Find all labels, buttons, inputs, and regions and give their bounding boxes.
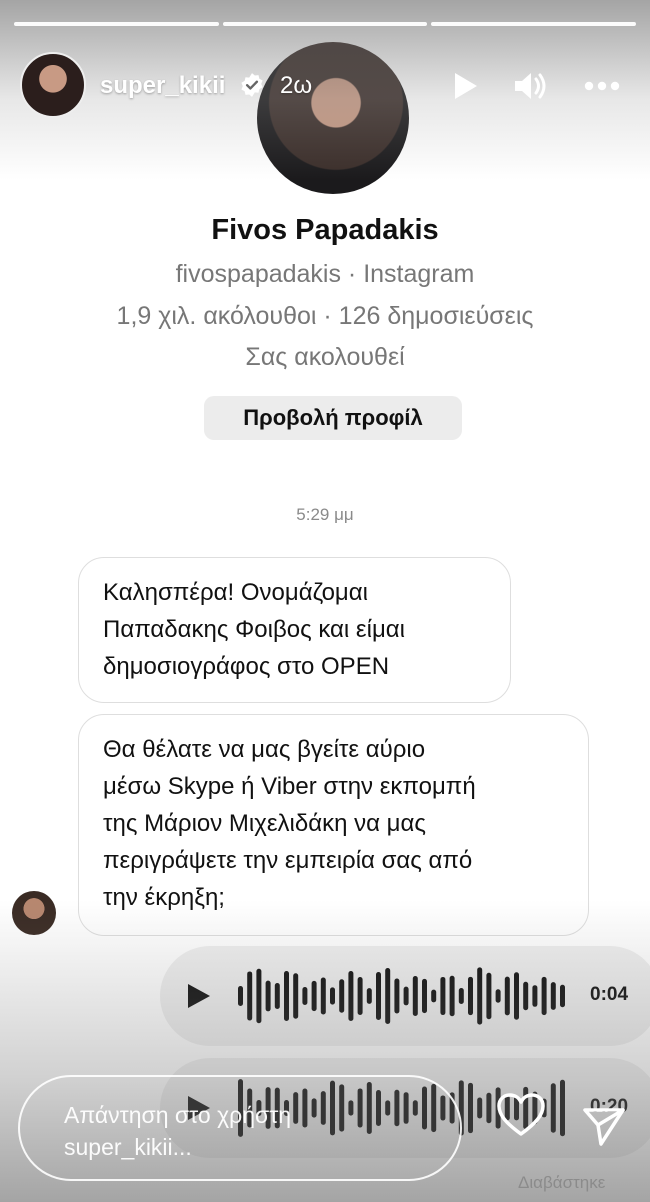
message-timestamp: 5:29 μμ: [296, 505, 354, 524]
waveform-bar: [247, 971, 253, 1021]
waveform-bar: [265, 980, 271, 1012]
waveform-bar: [514, 972, 519, 1020]
story-progress-bar: [14, 22, 637, 26]
waveform-bar: [532, 985, 538, 1007]
waveform-bar: [238, 986, 243, 1006]
waveform-bar: [541, 976, 547, 1016]
message-line: την έκρηξη;: [103, 884, 225, 911]
waveform-bar: [550, 1083, 556, 1133]
profile-handle: fivospapadakis · Instagram: [175, 260, 475, 288]
play-icon[interactable]: [186, 982, 212, 1010]
waveform-bar: [376, 972, 381, 1020]
post-time: 2ω: [280, 72, 313, 99]
waveform-bar: [394, 978, 400, 1014]
message-line: Καλησπέρα! Ονομάζομαι: [103, 579, 368, 606]
waveform-bar: [311, 980, 317, 1012]
message-line: της Μάριον Μιχελιδάκη να μας: [103, 810, 426, 837]
waveform-bar: [357, 977, 363, 1015]
reply-placeholder: Απάντηση στο χρήστη super_kikii...: [64, 1099, 444, 1163]
waveform-bar: [477, 1097, 483, 1119]
reply-input[interactable]: Απάντηση στο χρήστη super_kikii...: [18, 1075, 462, 1181]
message-line: περιγράψετε την εμπειρία σας από: [103, 847, 473, 874]
reply-placeholder-line: Απάντηση στο χρήστη: [64, 1102, 292, 1128]
verified-badge-icon: [241, 73, 263, 97]
waveform-bar: [330, 987, 335, 1005]
view-profile-button[interactable]: Προβολή προφίλ: [204, 396, 462, 440]
waveform-bar: [495, 989, 501, 1003]
waveform-bar: [403, 986, 409, 1006]
waveform-bar: [348, 971, 354, 1021]
heart-icon[interactable]: [496, 1092, 546, 1138]
waveform-bar: [293, 973, 299, 1019]
reply-placeholder-line: super_kikii...: [64, 1134, 192, 1160]
voice-message[interactable]: 0:04: [160, 946, 650, 1046]
waveform-bar: [440, 976, 446, 1016]
message-line: Θα θέλατε να μας βγείτε αύριο: [103, 736, 426, 763]
message-bubble[interactable]: Θα θέλατε να μας βγείτε αύριο μέσω Skype…: [78, 714, 589, 936]
waveform-bar: [523, 981, 529, 1011]
waveform-bar: [468, 1082, 473, 1134]
poster-username[interactable]: super_kikii: [100, 72, 225, 100]
waveform-bar: [284, 971, 289, 1021]
waveform-bar: [468, 976, 473, 1016]
waveform-bar: [302, 987, 308, 1005]
poster-avatar[interactable]: [20, 52, 86, 118]
waveform-bar: [486, 1092, 492, 1124]
message-bubble[interactable]: Καλησπέρα! Ονομάζομαι Παπαδακης Φοιβος κ…: [78, 557, 511, 703]
waveform-bar: [412, 975, 418, 1017]
progress-segment: [222, 22, 428, 26]
more-options-icon[interactable]: [582, 66, 622, 106]
audio-waveform: [238, 967, 565, 1025]
waveform-bar: [477, 967, 483, 1025]
message-line: δημοσιογράφος στο OPEN: [103, 653, 390, 680]
waveform-bar: [274, 983, 280, 1009]
waveform-bar: [256, 968, 262, 1024]
waveform-bar: [449, 975, 455, 1017]
waveform-bar: [504, 976, 510, 1016]
waveform-bar: [486, 972, 492, 1020]
waveform-bar: [550, 982, 556, 1010]
progress-segment: [431, 22, 637, 26]
progress-segment: [14, 22, 219, 26]
follow-status: Σας ακολουθεί: [245, 343, 405, 371]
play-icon[interactable]: [444, 66, 484, 106]
message-line: μέσω Skype ή Viber στην εκπομπή: [103, 773, 476, 800]
volume-icon[interactable]: [510, 66, 550, 106]
profile-name: Fivos Papadakis: [211, 214, 439, 246]
waveform-bar: [422, 978, 427, 1014]
story-header: super_kikii 2ω: [0, 52, 650, 122]
waveform-bar: [431, 989, 437, 1003]
audio-duration: 0:04: [590, 984, 629, 1005]
send-icon[interactable]: [582, 1103, 626, 1147]
message-line: Παπαδακης Φοιβος και είμαι: [103, 616, 405, 643]
waveform-bar: [458, 988, 464, 1004]
sender-avatar[interactable]: [12, 891, 56, 935]
waveform-bar: [366, 988, 372, 1004]
waveform-bar: [385, 967, 391, 1025]
waveform-bar: [560, 1079, 565, 1137]
waveform-bar: [320, 977, 326, 1015]
waveform-bar: [560, 984, 565, 1008]
profile-stats: 1,9 χιλ. ακόλουθοι · 126 δημοσιεύσεις: [116, 302, 534, 330]
waveform-bar: [339, 979, 345, 1013]
read-receipt: Διαβάστηκε: [518, 1173, 606, 1192]
